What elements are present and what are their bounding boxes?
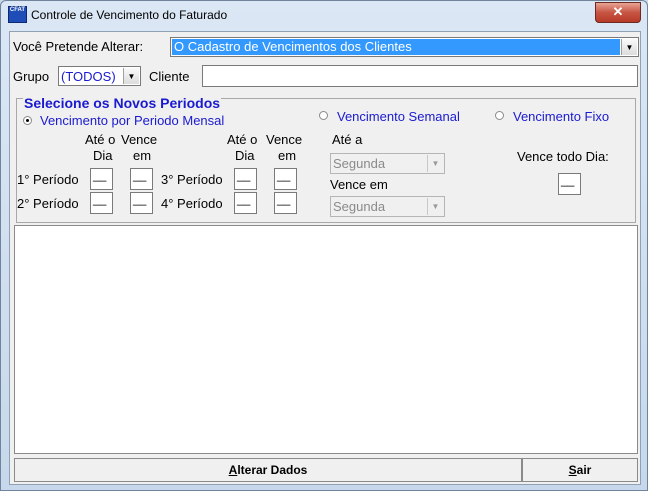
semanal-vence-label: Vence em: [330, 177, 388, 192]
periodo-1-vence-input[interactable]: __: [130, 168, 153, 190]
window-title: Controle de Vencimento do Faturado: [31, 8, 228, 22]
chevron-down-icon[interactable]: ▼: [427, 198, 443, 215]
grupo-label: Grupo: [13, 69, 50, 84]
semanal-ate-value: Segunda: [333, 156, 386, 171]
semanal-radio-label[interactable]: Vencimento Semanal: [337, 109, 460, 124]
periodo-2-ate-input[interactable]: __: [90, 192, 113, 214]
semanal-vence-value: Segunda: [333, 199, 386, 214]
grupo-select[interactable]: (TODOS) ▼: [58, 66, 141, 86]
periodo-3-label: 3° Período: [161, 172, 223, 187]
close-button[interactable]: ✕: [595, 2, 641, 23]
semanal-radio[interactable]: [319, 111, 328, 120]
app-window: CFAT Controle de Vencimento do Faturado …: [0, 0, 648, 491]
sair-button[interactable]: Sair: [522, 458, 638, 482]
periodo-4-label: 4° Período: [161, 196, 223, 211]
chevron-down-icon[interactable]: ▼: [621, 39, 637, 55]
periodo-1-ate-input[interactable]: __: [90, 168, 113, 190]
col-dia-left: Dia: [93, 148, 113, 163]
periodo-4-ate-input[interactable]: __: [234, 192, 257, 214]
results-list[interactable]: [14, 225, 638, 454]
periodo-2-label: 2° Período: [17, 196, 79, 211]
semanal-ate-label: Até a: [332, 132, 363, 147]
col-ate-o-left: Até o: [85, 132, 116, 147]
col-em-left: em: [133, 148, 152, 163]
col-vence-right: Vence: [266, 132, 303, 147]
semanal-vence-select[interactable]: Segunda ▼: [330, 196, 445, 217]
periodo-3-ate-input[interactable]: __: [234, 168, 257, 190]
chevron-down-icon[interactable]: ▼: [427, 155, 443, 172]
sair-rest: air: [576, 463, 592, 477]
fixo-day-input[interactable]: __: [558, 173, 581, 195]
periodo-3-vence-input[interactable]: __: [274, 168, 297, 190]
periodo-1-label: 1° Período: [17, 172, 79, 187]
col-dia-right: Dia: [235, 148, 255, 163]
periodo-2-vence-input[interactable]: __: [130, 192, 153, 214]
cliente-input[interactable]: [202, 65, 638, 87]
section-title: Selecione os Novos Periodos: [23, 95, 222, 111]
col-vence-left: Vence: [121, 132, 158, 147]
app-logo-icon: CFAT: [8, 6, 27, 23]
client-area: Você Pretende Alterar: O Cadastro de Ven…: [9, 31, 641, 485]
grupo-select-value: (TODOS): [61, 69, 116, 84]
title-bar[interactable]: CFAT Controle de Vencimento do Faturado …: [1, 1, 647, 29]
mensal-radio-label[interactable]: Vencimento por Periodo Mensal: [40, 113, 224, 128]
mensal-radio[interactable]: [23, 116, 32, 125]
fixo-label: Vence todo Dia:: [517, 149, 609, 164]
fixo-radio-label[interactable]: Vencimento Fixo: [513, 109, 609, 124]
fixo-radio[interactable]: [495, 111, 504, 120]
col-em-right: em: [278, 148, 297, 163]
alterar-accel: A: [228, 463, 238, 477]
col-ate-o-right: Até o: [227, 132, 258, 147]
cliente-label: Cliente: [149, 69, 190, 84]
alterar-select[interactable]: O Cadastro de Vencimentos dos Clientes ▼: [170, 37, 639, 57]
alterar-dados-button[interactable]: Alterar Dados: [14, 458, 522, 482]
sair-accel: S: [568, 463, 577, 477]
semanal-ate-select[interactable]: Segunda ▼: [330, 153, 445, 174]
chevron-down-icon[interactable]: ▼: [123, 68, 139, 84]
alterar-select-value: O Cadastro de Vencimentos dos Clientes: [171, 38, 621, 56]
alterar-label: Você Pretende Alterar:: [13, 39, 144, 54]
alterar-rest: lterar Dados: [237, 463, 308, 477]
periodo-4-vence-input[interactable]: __: [274, 192, 297, 214]
